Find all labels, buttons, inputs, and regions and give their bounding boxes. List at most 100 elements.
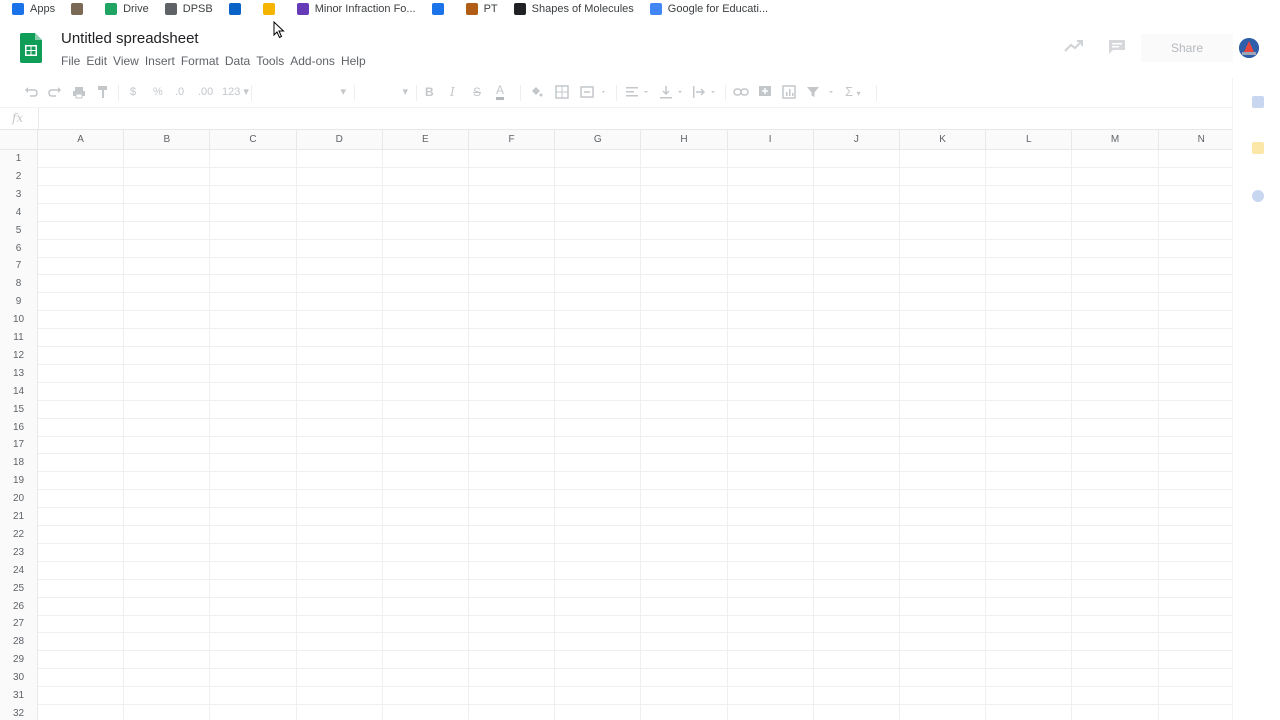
strikethrough-button[interactable]: S (473, 84, 481, 100)
insert-link-icon[interactable] (733, 84, 749, 100)
column-header[interactable]: G (555, 130, 642, 150)
undo-icon[interactable] (24, 84, 38, 100)
grid-row[interactable]: 25 (0, 579, 1232, 598)
italic-button[interactable]: I (450, 84, 455, 100)
row-header[interactable]: 7 (0, 257, 38, 276)
grid-row[interactable]: 8 (0, 275, 1232, 294)
grid-row[interactable]: 14 (0, 382, 1232, 401)
row-header[interactable]: 13 (0, 364, 38, 383)
menu-view[interactable]: View (113, 54, 145, 68)
horizontal-align-icon[interactable] (625, 84, 651, 100)
explore-trend-icon[interactable] (1064, 39, 1084, 53)
row-header[interactable]: 21 (0, 508, 38, 526)
column-header[interactable]: N (1159, 130, 1232, 150)
font-size-dropdown[interactable]: ▾ (364, 84, 408, 100)
grid-row[interactable]: 6 (0, 239, 1232, 258)
row-header[interactable]: 23 (0, 543, 38, 562)
column-header[interactable]: I (728, 130, 814, 150)
column-header[interactable]: L (986, 130, 1073, 150)
bold-button[interactable]: B (425, 84, 434, 100)
bookmark-item[interactable]: Shapes of Molecules (513, 0, 634, 18)
document-title[interactable]: Untitled spreadsheet (61, 30, 199, 47)
menu-edit[interactable]: Edit (86, 54, 113, 68)
row-header[interactable]: 32 (0, 704, 38, 720)
menu-addons[interactable]: Add-ons (290, 54, 341, 68)
bookmark-item[interactable]: Minor Infraction Fo... (296, 0, 416, 18)
insert-chart-icon[interactable] (782, 84, 796, 100)
formula-input[interactable] (38, 108, 1232, 130)
grid-row[interactable]: 20 (0, 490, 1232, 509)
bookmark-item[interactable]: Apps (12, 0, 55, 18)
menu-tools[interactable]: Tools (256, 54, 290, 68)
increase-decimal-button[interactable]: .00 (198, 84, 213, 100)
grid-row[interactable]: 32 (0, 704, 1232, 720)
row-header[interactable]: 9 (0, 293, 38, 312)
tasks-icon[interactable] (1252, 190, 1264, 202)
text-color-button[interactable]: A (496, 84, 505, 100)
column-header[interactable]: J (814, 130, 900, 150)
grid-row[interactable]: 2 (0, 167, 1232, 186)
row-header[interactable]: 18 (0, 454, 38, 473)
font-family-dropdown[interactable]: ▾ (262, 84, 346, 100)
calendar-icon[interactable] (1252, 96, 1264, 108)
row-header[interactable]: 22 (0, 525, 38, 544)
row-header[interactable]: 6 (0, 239, 38, 258)
currency-format-button[interactable]: $ (130, 84, 136, 100)
sheets-logo-icon[interactable] (20, 33, 42, 63)
row-header[interactable]: 3 (0, 185, 38, 204)
fill-color-icon[interactable] (529, 84, 543, 100)
grid-row[interactable]: 30 (0, 669, 1232, 688)
column-header[interactable]: F (469, 130, 556, 150)
grid-row[interactable]: 10 (0, 311, 1232, 330)
menu-data[interactable]: Data (225, 54, 256, 68)
filter-icon[interactable] (806, 84, 836, 100)
menu-help[interactable]: Help (341, 54, 372, 68)
row-header[interactable]: 14 (0, 382, 38, 401)
row-header[interactable]: 27 (0, 615, 38, 634)
row-header[interactable]: 2 (0, 167, 38, 186)
menu-insert[interactable]: Insert (145, 54, 181, 68)
menu-file[interactable]: File (61, 54, 86, 68)
bookmark-item[interactable] (262, 0, 281, 18)
grid-row[interactable]: 21 (0, 508, 1232, 526)
text-wrapping-icon[interactable] (692, 84, 718, 100)
grid-row[interactable]: 19 (0, 472, 1232, 491)
grid-row[interactable]: 7 (0, 257, 1232, 276)
grid-row[interactable]: 18 (0, 454, 1232, 473)
grid-row[interactable]: 24 (0, 561, 1232, 580)
share-button[interactable]: Share (1141, 34, 1233, 62)
row-header[interactable]: 15 (0, 400, 38, 419)
row-header[interactable]: 11 (0, 329, 38, 347)
grid-row[interactable]: 22 (0, 525, 1232, 544)
insert-comment-icon[interactable] (758, 84, 772, 100)
row-header[interactable]: 8 (0, 275, 38, 294)
row-header[interactable]: 25 (0, 579, 38, 598)
percent-format-button[interactable]: % (153, 84, 163, 100)
column-header[interactable]: D (297, 130, 383, 150)
column-header[interactable]: M (1072, 130, 1159, 150)
spreadsheet-grid[interactable]: ABCDEFGHIJKLMN 1 2 3 4 5 6 7 8 9 10 11 12 13 14 15 16 17… (0, 130, 1232, 720)
grid-row[interactable]: 9 (0, 293, 1232, 312)
decrease-decimal-button[interactable]: .0 (175, 84, 184, 100)
column-header[interactable]: K (900, 130, 987, 150)
grid-row[interactable]: 1 (0, 150, 1232, 168)
column-header[interactable]: A (38, 130, 125, 150)
grid-row[interactable]: 31 (0, 687, 1232, 705)
grid-row[interactable]: 13 (0, 364, 1232, 383)
select-all-corner[interactable] (0, 130, 38, 150)
row-header[interactable]: 12 (0, 346, 38, 365)
grid-row[interactable]: 4 (0, 203, 1232, 222)
row-header[interactable]: 17 (0, 436, 38, 455)
row-header[interactable]: 24 (0, 561, 38, 580)
keep-icon[interactable] (1252, 142, 1264, 154)
grid-row[interactable]: 29 (0, 651, 1232, 670)
bookmark-item[interactable]: PT (465, 0, 498, 18)
column-header[interactable]: C (210, 130, 297, 150)
bookmark-item[interactable]: Drive (105, 0, 149, 18)
bookmark-item[interactable]: DPSB (164, 0, 213, 18)
bookmark-item[interactable] (71, 0, 89, 18)
redo-icon[interactable] (48, 84, 62, 100)
grid-row[interactable]: 23 (0, 543, 1232, 562)
row-header[interactable]: 16 (0, 418, 38, 437)
print-icon[interactable] (72, 84, 86, 100)
